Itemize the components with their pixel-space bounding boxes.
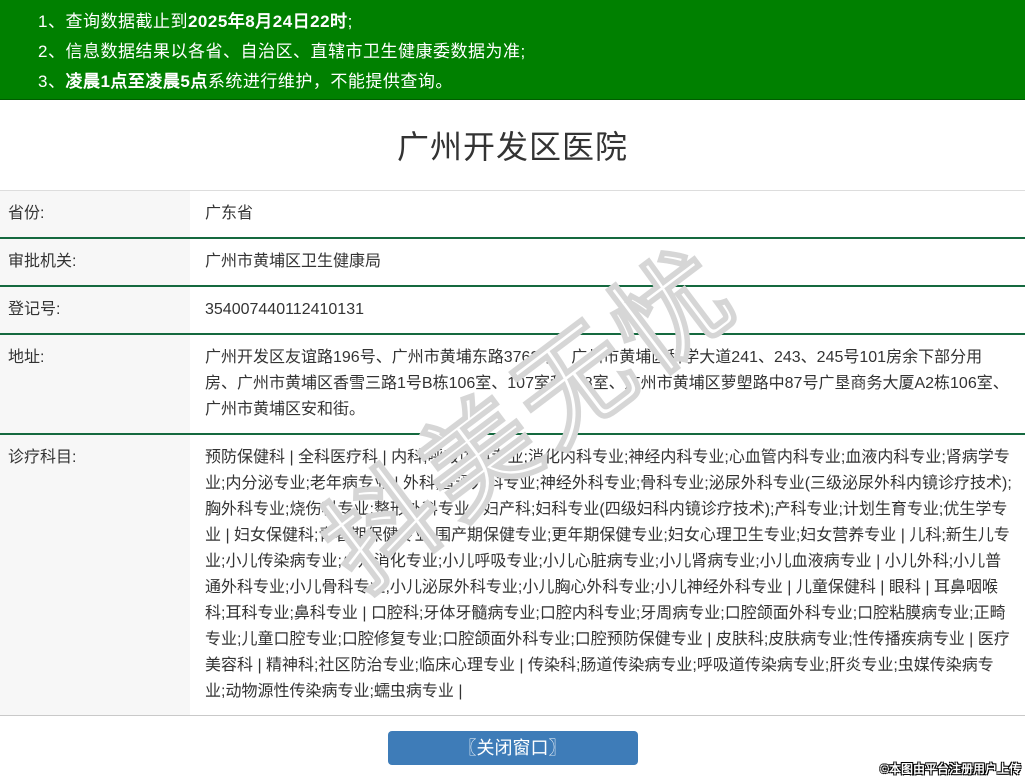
notice-number: 1、 (38, 12, 65, 31)
notice-bold-text: 凌晨1点至凌晨5点 (65, 72, 207, 91)
table-row-province: 省份: 广东省 (0, 191, 1025, 239)
notice-item: 3、凌晨1点至凌晨5点系统进行维护，不能提供查询。 (0, 67, 1025, 97)
notice-number: 3、 (38, 72, 65, 91)
field-value: 广州市黄埔区卫生健康局 (190, 239, 1025, 285)
field-value: 广东省 (190, 191, 1025, 237)
field-value: 354007440112410131 (190, 287, 1025, 333)
image-credit: ©本图由平台注册用户上传 (880, 760, 1021, 777)
notice-text: 系统进行维护，不能提供查询。 (208, 72, 453, 91)
notice-item: 1、查询数据截止到2025年8月24日22时; (0, 7, 1025, 37)
notice-text: 信息数据结果以各省、自治区、直辖市卫生健康委数据为准; (65, 42, 525, 61)
close-window-button[interactable]: 〖关闭窗口〗 (388, 731, 638, 765)
page-title: 广州开发区医院 (397, 122, 628, 168)
field-label: 审批机关: (0, 239, 190, 285)
field-value: 预防保健科 | 全科医疗科 | 内科;呼吸内科专业;消化内科专业;神经内科专业;… (190, 435, 1025, 715)
info-table: 省份: 广东省 审批机关: 广州市黄埔区卫生健康局 登记号: 354007440… (0, 190, 1025, 716)
table-row-address: 地址: 广州开发区友谊路196号、广州市黄埔东路3762号、广州市黄埔区科学大道… (0, 335, 1025, 435)
button-area: 〖关闭窗口〗 (0, 731, 1025, 765)
notice-text: 查询数据截止到 (65, 12, 188, 31)
field-label: 省份: (0, 191, 190, 237)
table-row-approval-authority: 审批机关: 广州市黄埔区卫生健康局 (0, 239, 1025, 287)
table-row-registration-number: 登记号: 354007440112410131 (0, 287, 1025, 335)
table-row-medical-subjects: 诊疗科目: 预防保健科 | 全科医疗科 | 内科;呼吸内科专业;消化内科专业;神… (0, 435, 1025, 716)
notice-number: 2、 (38, 42, 65, 61)
field-label: 地址: (0, 335, 190, 433)
notice-item: 2、信息数据结果以各省、自治区、直辖市卫生健康委数据为准; (0, 37, 1025, 67)
notice-banner: 1、查询数据截止到2025年8月24日22时; 2、信息数据结果以各省、自治区、… (0, 0, 1025, 100)
field-value: 广州开发区友谊路196号、广州市黄埔东路3762号、广州市黄埔区科学大道241、… (190, 335, 1025, 433)
field-label: 登记号: (0, 287, 190, 333)
field-label: 诊疗科目: (0, 435, 190, 715)
notice-text: ; (348, 12, 353, 31)
title-section: 广州开发区医院 (0, 100, 1025, 190)
notice-bold-text: 2025年8月24日22时 (188, 12, 348, 31)
